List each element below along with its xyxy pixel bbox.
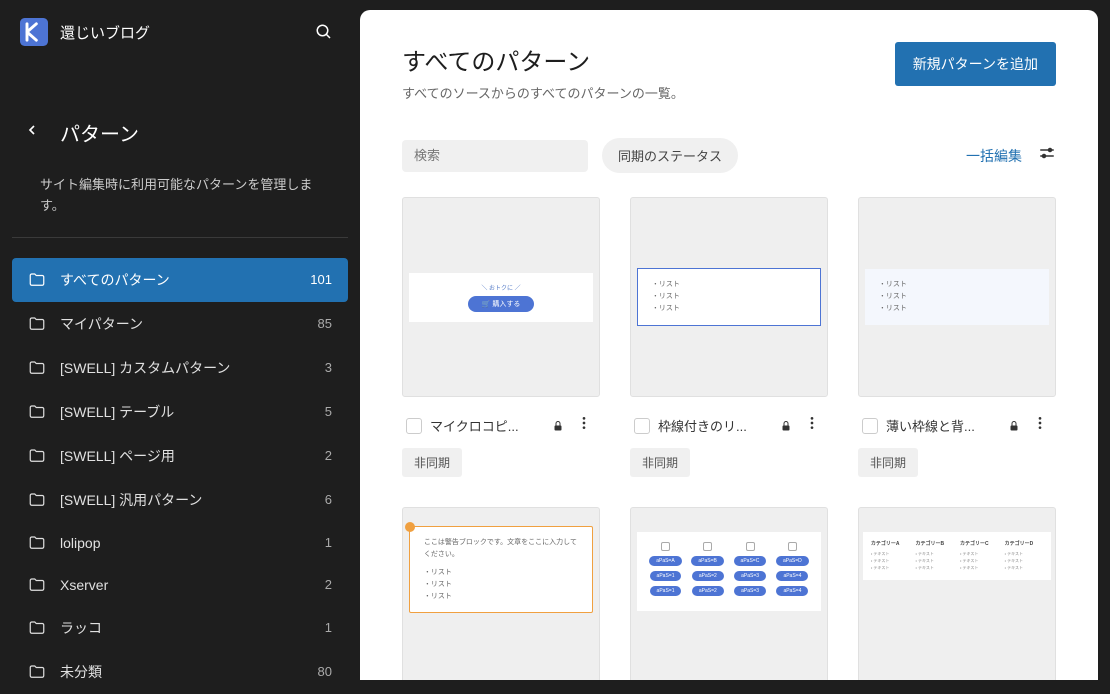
- sidebar-item-1[interactable]: マイパターン 85: [12, 302, 348, 346]
- sidebar-item-7[interactable]: Xserver 2: [12, 564, 348, 606]
- select-checkbox[interactable]: [634, 418, 650, 434]
- back-button[interactable]: [24, 122, 40, 143]
- nav-label: [SWELL] カスタムパターン: [60, 358, 230, 378]
- pattern-title: 枠線付きのリ...: [658, 416, 772, 435]
- sidebar-header: 還じいブログ: [0, 0, 360, 64]
- folder-icon: [28, 359, 46, 377]
- chevron-left-icon: [24, 122, 40, 138]
- site-title: 還じいブログ: [60, 22, 150, 43]
- nav-count: 1: [325, 535, 332, 550]
- toolbar: 同期のステータス 一括編集: [402, 138, 1056, 173]
- main-content: すべてのパターン すべてのソースからのすべてのパターンの一覧。 新規パターンを追…: [360, 10, 1098, 680]
- pattern-card: ＼ おトクに ／ 🛒 購入する マイクロコピ... 非同期: [402, 197, 600, 477]
- nav-count: 85: [318, 316, 332, 331]
- pattern-preview[interactable]: aPaS=AaPaS=BaPaS=CaPaS=D aPaS=1aPaS=2aPa…: [630, 507, 828, 680]
- nav-label: Xserver: [60, 577, 108, 593]
- nav-label: 未分類: [60, 662, 102, 682]
- sidebar-item-0[interactable]: すべてのパターン 101: [12, 258, 348, 302]
- select-checkbox[interactable]: [406, 418, 422, 434]
- sidebar-item-5[interactable]: [SWELL] 汎用パターン 6: [12, 478, 348, 522]
- nav-count: 2: [325, 577, 332, 592]
- lock-icon: [1008, 420, 1020, 432]
- nav-count: 1: [325, 620, 332, 635]
- nav-label: マイパターン: [60, 314, 143, 334]
- bulk-edit-link[interactable]: 一括編集: [966, 146, 1022, 166]
- nav-count: 80: [318, 664, 332, 679]
- sidebar-page-title: パターン: [60, 118, 139, 147]
- lock-icon: [780, 420, 792, 432]
- site-logo-icon: [20, 18, 48, 46]
- folder-icon: [28, 403, 46, 421]
- folder-icon: [28, 534, 46, 552]
- main-header: すべてのパターン すべてのソースからのすべてのパターンの一覧。 新規パターンを追…: [402, 42, 1056, 102]
- folder-icon: [28, 447, 46, 465]
- nav-count: 101: [310, 272, 332, 287]
- sidebar-item-6[interactable]: lolipop 1: [12, 522, 348, 564]
- folder-icon: [28, 315, 46, 333]
- pattern-preview[interactable]: ここは警告ブロックです。文章をここに入力してください。 ・リスト ・リスト ・リ…: [402, 507, 600, 680]
- logo-area[interactable]: 還じいブログ: [20, 18, 150, 46]
- pattern-card: aPaS=AaPaS=BaPaS=CaPaS=D aPaS=1aPaS=2aPa…: [630, 507, 828, 680]
- nav-label: [SWELL] 汎用パターン: [60, 490, 202, 510]
- select-checkbox[interactable]: [862, 418, 878, 434]
- sync-status-filter[interactable]: 同期のステータス: [602, 138, 738, 173]
- sidebar-item-3[interactable]: [SWELL] テーブル 5: [12, 390, 348, 434]
- pattern-grid: ＼ おトクに ／ 🛒 購入する マイクロコピ... 非同期 ・リスト ・リスト: [402, 197, 1056, 680]
- pattern-title: マイクロコピ...: [430, 416, 544, 435]
- nav-label: すべてのパターン: [60, 270, 170, 290]
- dots-vertical-icon: [1032, 415, 1048, 431]
- view-options-button[interactable]: [1038, 144, 1056, 167]
- nav-count: 2: [325, 448, 332, 463]
- dots-vertical-icon: [804, 415, 820, 431]
- nav-list: すべてのパターン101マイパターン85[SWELL] カスタムパターン3[SWE…: [0, 258, 360, 694]
- pattern-preview[interactable]: ・リスト ・リスト ・リスト: [630, 197, 828, 397]
- nav-label: [SWELL] ページ用: [60, 446, 175, 466]
- main-subtitle: すべてのソースからのすべてのパターンの一覧。: [402, 83, 684, 102]
- pattern-preview[interactable]: カテゴリーA• テキスト• テキスト• テキスト カテゴリーB• テキスト• テ…: [858, 507, 1056, 680]
- header-search-button[interactable]: [308, 16, 340, 48]
- folder-icon: [28, 491, 46, 509]
- nav-count: 5: [325, 404, 332, 419]
- folder-icon: [28, 663, 46, 681]
- dots-vertical-icon: [576, 415, 592, 431]
- folder-icon: [28, 576, 46, 594]
- nav-label: [SWELL] テーブル: [60, 402, 174, 422]
- more-options-button[interactable]: [800, 411, 824, 440]
- pattern-title: 薄い枠線と背...: [886, 416, 1000, 435]
- search-box[interactable]: [402, 140, 588, 172]
- more-options-button[interactable]: [572, 411, 596, 440]
- folder-icon: [28, 619, 46, 637]
- search-input[interactable]: [414, 148, 590, 163]
- pattern-card: ・リスト ・リスト ・リスト 枠線付きのリ... 非同期: [630, 197, 828, 477]
- sidebar-item-4[interactable]: [SWELL] ページ用 2: [12, 434, 348, 478]
- pattern-preview[interactable]: ＼ おトクに ／ 🛒 購入する: [402, 197, 600, 397]
- sidebar-description: サイト編集時に利用可能なパターンを管理します。: [12, 161, 348, 238]
- nav-label: ラッコ: [60, 618, 102, 638]
- back-row: パターン: [0, 104, 360, 161]
- sidebar-item-2[interactable]: [SWELL] カスタムパターン 3: [12, 346, 348, 390]
- add-pattern-button[interactable]: 新規パターンを追加: [895, 42, 1056, 86]
- pattern-card: ここは警告ブロックです。文章をここに入力してください。 ・リスト ・リスト ・リ…: [402, 507, 600, 680]
- nav-label: lolipop: [60, 535, 100, 551]
- pattern-preview[interactable]: ・リスト ・リスト ・リスト: [858, 197, 1056, 397]
- more-options-button[interactable]: [1028, 411, 1052, 440]
- sync-tag: 非同期: [402, 448, 462, 477]
- folder-icon: [28, 271, 46, 289]
- sidebar-item-8[interactable]: ラッコ 1: [12, 606, 348, 650]
- main-title: すべてのパターン: [402, 42, 684, 77]
- sync-tag: 非同期: [630, 448, 690, 477]
- nav-count: 6: [325, 492, 332, 507]
- pattern-card: ・リスト ・リスト ・リスト 薄い枠線と背... 非同期: [858, 197, 1056, 477]
- lock-icon: [552, 420, 564, 432]
- sliders-icon: [1038, 144, 1056, 162]
- sync-tag: 非同期: [858, 448, 918, 477]
- pattern-card: カテゴリーA• テキスト• テキスト• テキスト カテゴリーB• テキスト• テ…: [858, 507, 1056, 680]
- sidebar-item-9[interactable]: 未分類 80: [12, 650, 348, 694]
- search-icon: [315, 23, 333, 41]
- nav-count: 3: [325, 360, 332, 375]
- sidebar: 還じいブログ パターン サイト編集時に利用可能なパターンを管理します。 すべての…: [0, 0, 360, 680]
